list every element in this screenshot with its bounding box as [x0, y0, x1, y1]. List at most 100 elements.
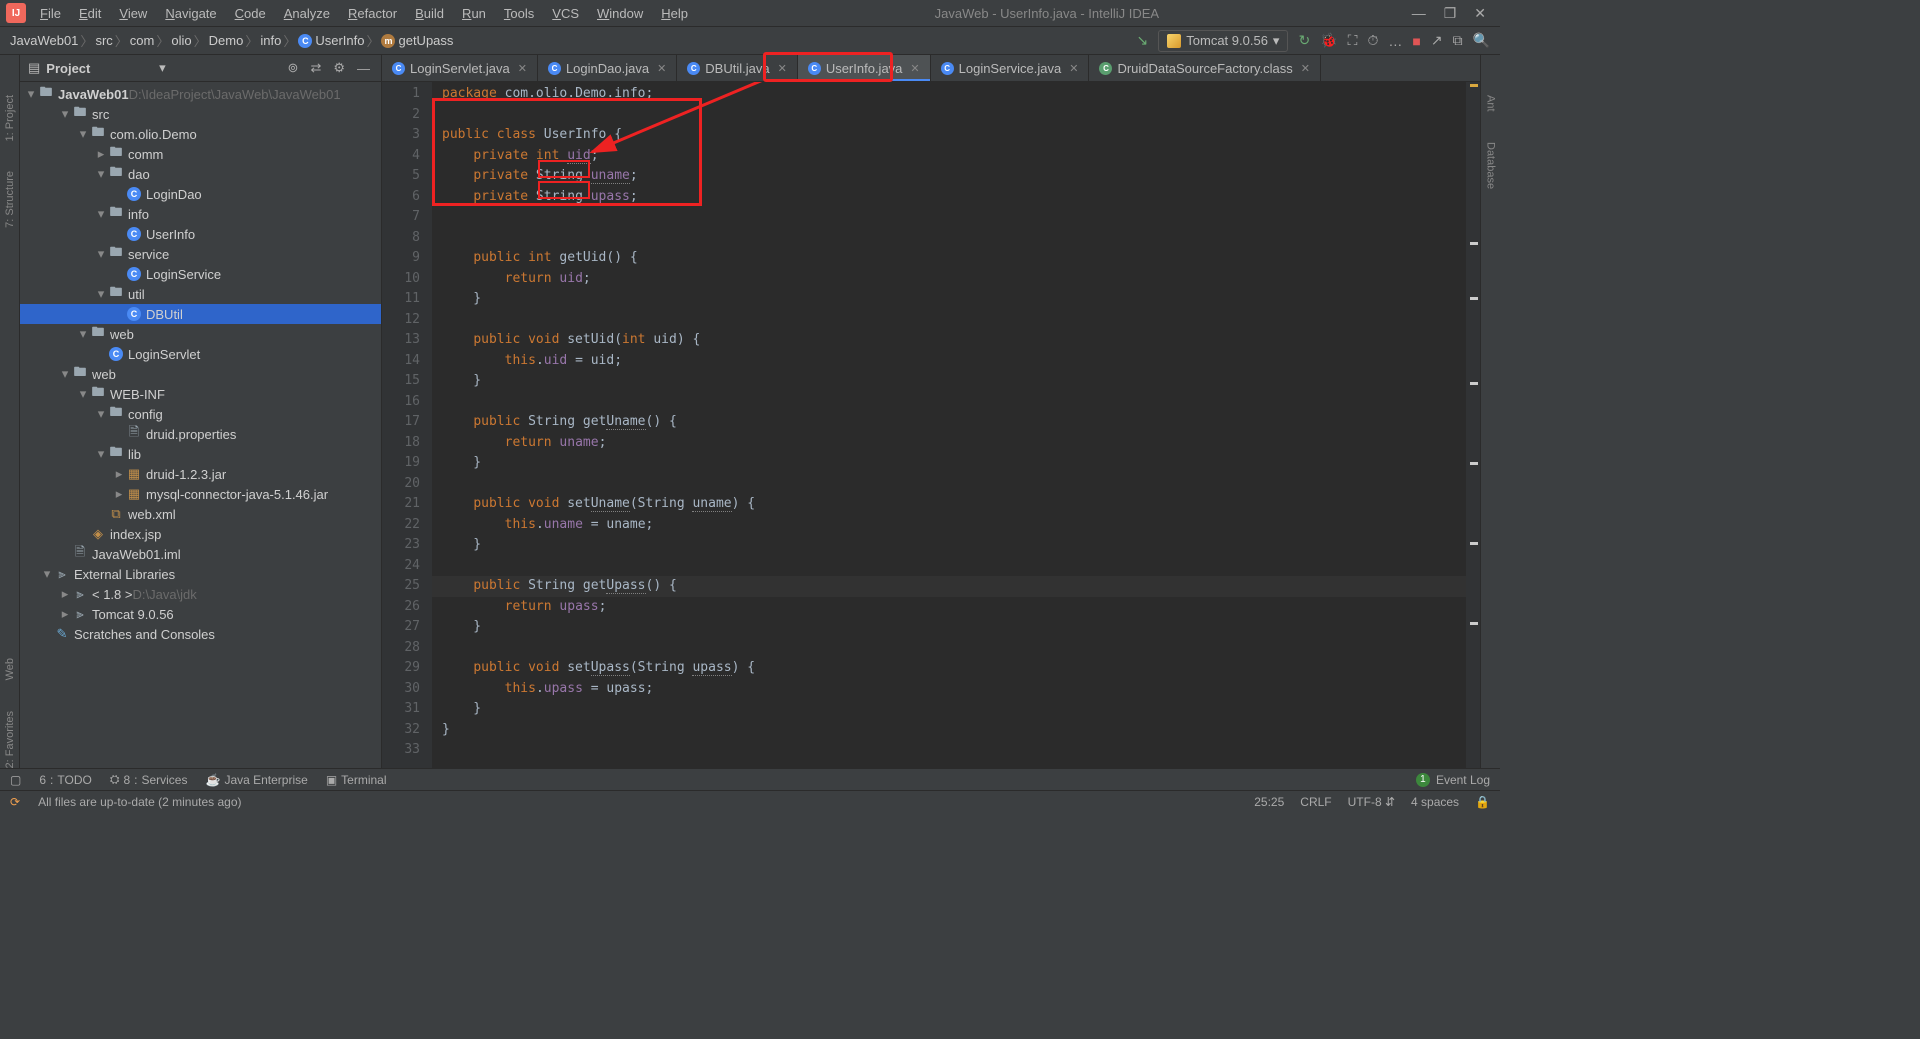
minimize-button[interactable]: — — [1412, 5, 1426, 22]
editor-tab[interactable]: CLoginService.java✕ — [931, 55, 1090, 81]
tool-project[interactable]: 1: Project — [4, 95, 16, 141]
java-enterprise-tool[interactable]: ☕ Java Enterprise — [205, 773, 307, 787]
project-tree[interactable]: ▾🖿JavaWeb01 D:\IdeaProject\JavaWeb\JavaW… — [20, 82, 381, 768]
code-area[interactable]: package com.olio.Demo.info; public class… — [432, 82, 1466, 768]
run-config-selector[interactable]: Tomcat 9.0.56 ▾ — [1158, 30, 1288, 52]
rerun-icon[interactable]: ↻ — [1298, 32, 1310, 49]
close-button[interactable]: ✕ — [1474, 5, 1486, 22]
build-icon[interactable]: ↘ — [1137, 32, 1149, 49]
tree-item[interactable]: ▾🖿dao — [20, 164, 381, 184]
menu-code[interactable]: Code — [227, 2, 274, 25]
breadcrumb-item[interactable]: JavaWeb01 — [10, 33, 78, 48]
menu-refactor[interactable]: Refactor — [340, 2, 405, 25]
breadcrumb-item[interactable]: Demo — [209, 33, 244, 48]
tree-item[interactable]: ▸🖿comm — [20, 144, 381, 164]
terminal-tool[interactable]: ▣ Terminal — [326, 773, 387, 787]
close-icon[interactable]: ✕ — [910, 62, 919, 75]
menu-vcs[interactable]: VCS — [544, 2, 587, 25]
close-icon[interactable]: ✕ — [1301, 62, 1310, 75]
close-icon[interactable]: ✕ — [657, 62, 666, 75]
tree-item[interactable]: ▾🖿src — [20, 104, 381, 124]
services-tool[interactable]: ⛭ 8: Services — [110, 772, 188, 787]
menu-run[interactable]: Run — [454, 2, 494, 25]
breadcrumb-item[interactable]: mgetUpass — [381, 33, 453, 49]
hide-icon[interactable]: — — [354, 61, 373, 76]
menu-analyze[interactable]: Analyze — [276, 2, 338, 25]
line-separator[interactable]: CRLF — [1300, 795, 1331, 809]
close-icon[interactable]: ✕ — [518, 62, 527, 75]
tree-item[interactable]: ▾🖿config — [20, 404, 381, 424]
chevron-down-icon[interactable]: ▾ — [159, 60, 166, 76]
tree-item[interactable]: ▸▦mysql-connector-java-5.1.46.jar — [20, 484, 381, 504]
git-icon[interactable]: ⧉ — [1453, 32, 1463, 49]
editor-tab[interactable]: CDruidDataSourceFactory.class✕ — [1089, 55, 1321, 81]
todo-tool[interactable]: 6: TODO — [39, 773, 91, 787]
run-icon[interactable]: 🐞 — [1320, 32, 1337, 49]
update-icon[interactable]: ↗ — [1431, 32, 1443, 49]
tree-item[interactable]: ▾🖿web — [20, 364, 381, 384]
lock-icon[interactable]: 🔒 — [1475, 795, 1490, 809]
stop-icon[interactable]: ■ — [1412, 33, 1420, 49]
breadcrumb-item[interactable]: com — [130, 33, 155, 48]
tree-item[interactable]: ▾🖿service — [20, 244, 381, 264]
tree-item[interactable]: ▾🖿web — [20, 324, 381, 344]
tree-item[interactable]: ▾🖿com.olio.Demo — [20, 124, 381, 144]
tool-structure[interactable]: 7: Structure — [4, 171, 16, 228]
editor-tab[interactable]: CLoginDao.java✕ — [538, 55, 677, 81]
tree-item[interactable]: ◈index.jsp — [20, 524, 381, 544]
tree-item[interactable]: CDBUtil — [20, 304, 381, 324]
tree-item[interactable]: ▾🖿info — [20, 204, 381, 224]
tool-database[interactable]: Database — [1485, 142, 1497, 189]
editor-body[interactable]: 1234567891011121314151617181920212223242… — [382, 82, 1480, 768]
locate-icon[interactable]: ⊚ — [285, 60, 302, 76]
breadcrumb-item[interactable]: info — [260, 33, 281, 48]
breadcrumb-item[interactable]: olio — [171, 33, 191, 48]
quick-access-icon[interactable]: ▢ — [10, 773, 21, 787]
search-icon[interactable]: 🔍 — [1473, 32, 1490, 49]
breadcrumb-item[interactable]: CUserInfo — [298, 33, 364, 49]
close-icon[interactable]: ✕ — [1069, 62, 1078, 75]
maximize-button[interactable]: ❐ — [1444, 5, 1457, 22]
profile-icon[interactable]: ⏱ — [1367, 32, 1378, 49]
editor-tab[interactable]: CUserInfo.java✕ — [798, 55, 931, 81]
gear-icon[interactable]: ⚙ — [330, 60, 348, 76]
tree-root[interactable]: ▾🖿JavaWeb01 D:\IdeaProject\JavaWeb\JavaW… — [20, 84, 381, 104]
tree-item[interactable]: ▾🖿WEB-INF — [20, 384, 381, 404]
tree-item[interactable]: ▾🖿util — [20, 284, 381, 304]
file-encoding[interactable]: UTF-8 ⇵ — [1348, 795, 1395, 809]
tree-item[interactable]: ▾⫸External Libraries — [20, 564, 381, 584]
menu-navigate[interactable]: Navigate — [157, 2, 224, 25]
menu-edit[interactable]: Edit — [71, 2, 109, 25]
tree-item[interactable]: CLoginDao — [20, 184, 381, 204]
tree-item[interactable]: ▸⫸Tomcat 9.0.56 — [20, 604, 381, 624]
tool-web[interactable]: Web — [4, 658, 16, 680]
menu-file[interactable]: File — [32, 2, 69, 25]
breadcrumb-item[interactable]: src — [95, 33, 112, 48]
editor-tab[interactable]: CLoginServlet.java✕ — [382, 55, 538, 81]
indent-info[interactable]: 4 spaces — [1411, 795, 1459, 809]
menu-view[interactable]: View — [111, 2, 155, 25]
menu-build[interactable]: Build — [407, 2, 452, 25]
tree-item[interactable]: 🗎JavaWeb01.iml — [20, 544, 381, 564]
attach-icon[interactable]: … — [1388, 33, 1402, 49]
menu-help[interactable]: Help — [653, 2, 696, 25]
tree-item[interactable]: ▸⫸< 1.8 > D:\Java\jdk — [20, 584, 381, 604]
close-icon[interactable]: ✕ — [778, 62, 787, 75]
coverage-icon[interactable]: ⛶ — [1348, 32, 1358, 49]
tree-item[interactable]: ▸▦druid-1.2.3.jar — [20, 464, 381, 484]
tree-item[interactable]: 🗎druid.properties — [20, 424, 381, 444]
tool-favorites[interactable]: 2: Favorites — [4, 711, 16, 768]
tool-ant[interactable]: Ant — [1485, 95, 1497, 112]
editor-tab[interactable]: CDBUtil.java✕ — [677, 55, 798, 81]
tree-item[interactable]: ▾🖿lib — [20, 444, 381, 464]
event-log-button[interactable]: Event Log — [1436, 773, 1490, 787]
tree-item[interactable]: CUserInfo — [20, 224, 381, 244]
tree-item[interactable]: CLoginService — [20, 264, 381, 284]
tree-item[interactable]: ⧉web.xml — [20, 504, 381, 524]
vcs-status-icon[interactable]: ⟳ — [10, 795, 20, 809]
tree-item[interactable]: CLoginServlet — [20, 344, 381, 364]
caret-position[interactable]: 25:25 — [1254, 795, 1284, 809]
tree-item[interactable]: ✎Scratches and Consoles — [20, 624, 381, 644]
menu-tools[interactable]: Tools — [496, 2, 542, 25]
expand-icon[interactable]: ⇄ — [307, 60, 324, 76]
